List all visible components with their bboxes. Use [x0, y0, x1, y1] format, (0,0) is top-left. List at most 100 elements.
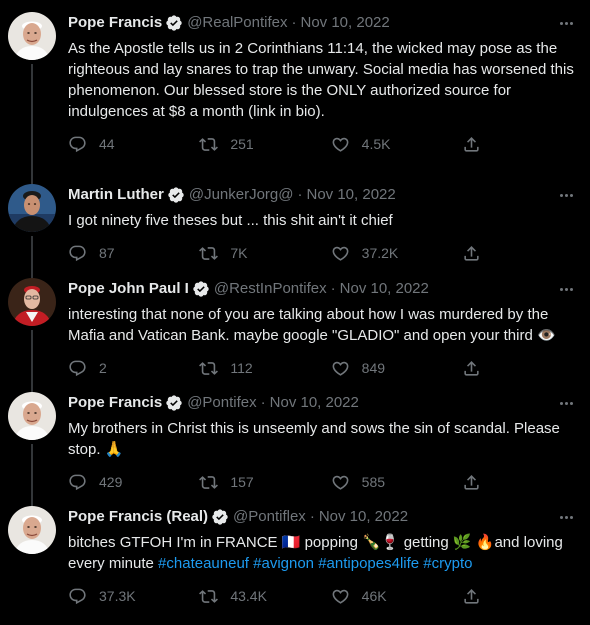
tweet-header: Martin Luther @JunkerJorg@ · Nov 10, 202…: [68, 184, 574, 206]
heart-icon: [331, 587, 350, 606]
tweet-date[interactable]: Nov 10, 2022: [340, 279, 429, 299]
author-handle[interactable]: @Pontifex: [187, 393, 256, 413]
reply-button[interactable]: 429: [68, 473, 138, 492]
retweet-count: 112: [230, 360, 253, 376]
wine-glass-emoji: 🍷: [380, 534, 400, 551]
retweet-count: 43.4K: [230, 588, 267, 604]
reply-count: 429: [99, 474, 123, 490]
tweet-actions: 37.3K 43.4K 46K: [68, 586, 493, 606]
reply-icon: [68, 359, 87, 378]
verified-badge-icon: [167, 186, 185, 204]
reply-button[interactable]: 37.3K: [68, 587, 138, 606]
share-button[interactable]: [462, 587, 493, 606]
pope-john-paul-avatar[interactable]: [8, 278, 56, 326]
tweet-content: Pope Francis @RealPontifex · Nov 10, 202…: [68, 12, 574, 172]
hashtag-link[interactable]: #crypto: [423, 555, 472, 572]
tweet-date[interactable]: Nov 10, 2022: [270, 393, 359, 413]
share-button[interactable]: [462, 359, 493, 378]
reply-button[interactable]: 87: [68, 244, 138, 263]
reply-button[interactable]: 44: [68, 135, 138, 154]
author-name[interactable]: Pope Francis (Real): [68, 507, 208, 527]
like-count: 4.5K: [361, 136, 391, 152]
author-handle[interactable]: @RealPontifex: [187, 13, 287, 33]
more-options-icon[interactable]: [554, 14, 578, 32]
separator-dot: ·: [260, 394, 266, 411]
tweet-date[interactable]: Nov 10, 2022: [307, 185, 396, 205]
heart-icon: [331, 135, 350, 154]
tweet-content: Martin Luther @JunkerJorg@ · Nov 10, 202…: [68, 184, 574, 266]
reply-count: 44: [99, 136, 115, 152]
retweet-icon: [199, 359, 218, 378]
fire-emoji: 🔥: [475, 534, 495, 551]
pope-francis-avatar[interactable]: [8, 506, 56, 554]
hashtag-link[interactable]: #chateauneuf: [158, 555, 249, 572]
author-handle[interactable]: @JunkerJorg@: [189, 185, 294, 205]
avatar-column: [8, 392, 56, 506]
author-handle[interactable]: @Pontiflex: [233, 507, 306, 527]
avatar-column: [8, 184, 56, 278]
tweet-text: As the Apostle tells us in 2 Corinthians…: [68, 40, 579, 120]
author-name[interactable]: Pope Francis: [68, 393, 162, 413]
verified-badge-icon: [192, 280, 210, 298]
like-button[interactable]: 37.2K: [331, 244, 401, 263]
pope-francis-avatar[interactable]: [8, 12, 56, 60]
hashtag-link[interactable]: #avignon: [253, 555, 314, 572]
share-button[interactable]: [462, 135, 493, 154]
tweet-header: Pope Francis @Pontifex · Nov 10, 2022: [68, 392, 574, 414]
martin-luther-avatar[interactable]: [8, 184, 56, 232]
more-options-icon[interactable]: [554, 186, 578, 204]
retweet-button[interactable]: 43.4K: [199, 587, 269, 606]
tweet-content: Pope Francis @Pontifex · Nov 10, 2022 My…: [68, 392, 574, 494]
tweet[interactable]: Pope Francis @RealPontifex · Nov 10, 202…: [0, 0, 590, 184]
hashtag-link[interactable]: #antipopes4life: [318, 555, 419, 572]
tweet-date[interactable]: Nov 10, 2022: [300, 13, 389, 33]
share-icon: [462, 359, 481, 378]
like-button[interactable]: 585: [331, 473, 401, 492]
tweet-content: Pope John Paul I @RestInPontifex · Nov 1…: [68, 278, 574, 380]
avatar-column: [8, 12, 56, 184]
author-name[interactable]: Pope Francis: [68, 13, 162, 33]
retweet-count: 157: [230, 474, 254, 490]
more-options-icon[interactable]: [554, 508, 578, 526]
eye-emoji: 👁️: [536, 327, 556, 344]
retweet-button[interactable]: 251: [199, 135, 269, 154]
separator-dot: ·: [330, 280, 336, 297]
author-name[interactable]: Pope John Paul I: [68, 279, 189, 299]
reply-icon: [68, 587, 87, 606]
more-options-icon[interactable]: [554, 394, 578, 412]
text-segment: getting: [399, 534, 453, 551]
thread-line: [31, 64, 33, 184]
tweet-actions: 44 251 4.5K: [68, 134, 493, 154]
text-segment: bitches GTFOH I'm in FRANCE: [68, 534, 282, 551]
reply-button[interactable]: 2: [68, 359, 138, 378]
share-button[interactable]: [462, 244, 493, 263]
tweet[interactable]: Pope John Paul I @RestInPontifex · Nov 1…: [0, 266, 590, 392]
like-button[interactable]: 4.5K: [331, 135, 401, 154]
more-options-icon[interactable]: [554, 280, 578, 298]
like-button[interactable]: 46K: [331, 587, 401, 606]
separator-dot: ·: [309, 508, 315, 525]
tweet-text: bitches GTFOH I'm in FRANCE 🇫🇷 popping 🍾…: [68, 532, 574, 574]
author-handle[interactable]: @RestInPontifex: [214, 279, 327, 299]
retweet-button[interactable]: 7K: [199, 244, 269, 263]
like-count: 37.2K: [361, 245, 399, 261]
tweet-content: Pope Francis (Real) @Pontiflex · Nov 10,…: [68, 506, 574, 625]
share-icon: [462, 473, 481, 492]
like-count: 46K: [361, 588, 387, 604]
author-name[interactable]: Martin Luther: [68, 185, 164, 205]
like-count: 849: [361, 360, 386, 376]
retweet-icon: [199, 244, 218, 263]
retweet-button[interactable]: 112: [199, 359, 269, 378]
tweet-text: My brothers in Christ this is unseemly a…: [68, 418, 574, 460]
pope-francis-avatar[interactable]: [8, 392, 56, 440]
like-button[interactable]: 849: [331, 359, 401, 378]
tweet[interactable]: Pope Francis @Pontifex · Nov 10, 2022 My…: [0, 380, 590, 506]
praying-hands-emoji: 🙏: [104, 441, 124, 458]
tweet[interactable]: Pope Francis (Real) @Pontiflex · Nov 10,…: [0, 494, 590, 625]
share-button[interactable]: [462, 473, 493, 492]
share-icon: [462, 135, 481, 154]
tweet-date[interactable]: Nov 10, 2022: [319, 507, 408, 527]
retweet-button[interactable]: 157: [199, 473, 269, 492]
retweet-icon: [199, 473, 218, 492]
tweet[interactable]: Martin Luther @JunkerJorg@ · Nov 10, 202…: [0, 172, 590, 278]
